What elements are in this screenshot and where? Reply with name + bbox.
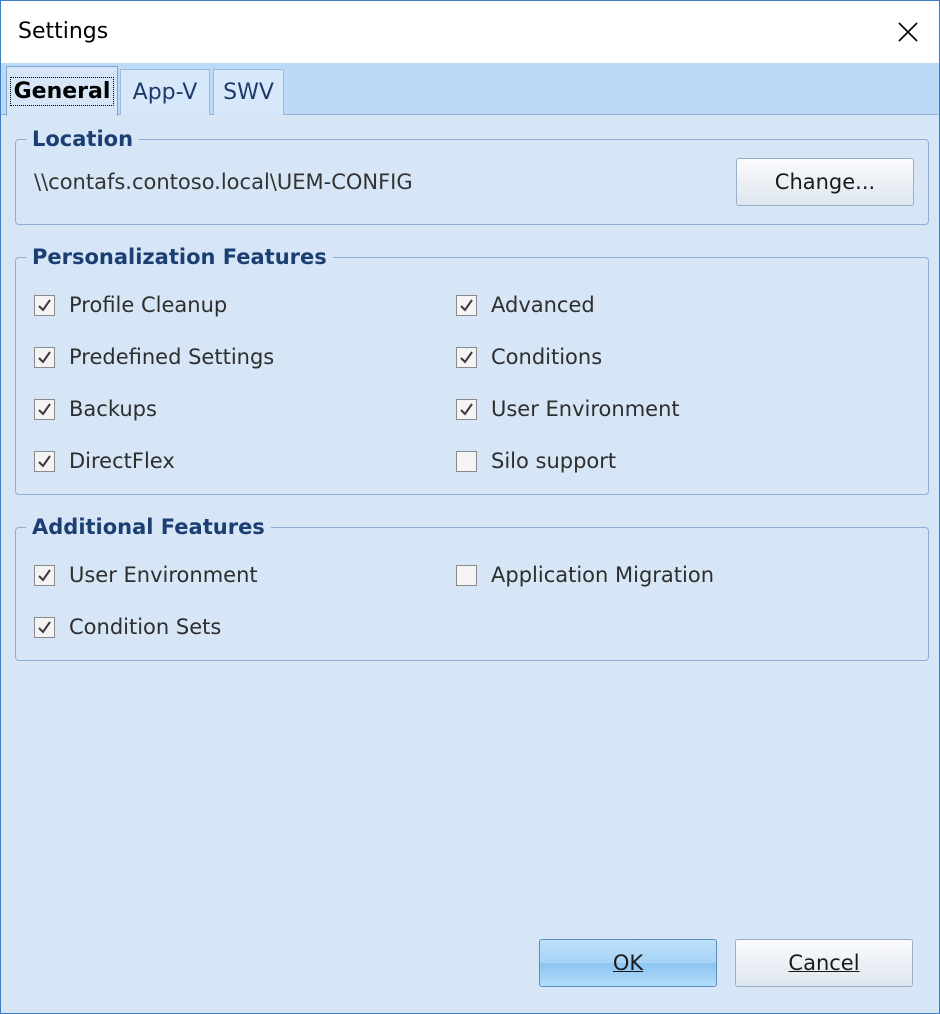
checkbox-label: Backups [69,397,157,421]
location-legend: Location [26,126,140,152]
title-bar: Settings [1,1,939,63]
checkbox-label: User Environment [69,563,258,587]
checkbox-application-migration[interactable]: Application Migration [456,560,714,590]
checkbox-label: Conditions [491,345,603,369]
tab-swv-label: SWV [223,80,274,105]
checkbox-additional-user-environment[interactable]: User Environment [34,560,258,590]
checkbox-profile-cleanup[interactable]: Profile Cleanup [34,290,227,320]
close-icon [898,22,918,42]
check-mark-icon [460,350,473,364]
settings-dialog: Settings General App-V SWV Location \\co… [0,0,940,1014]
check-mark-icon [38,298,51,312]
checkbox-label: Silo support [491,449,617,473]
ok-button[interactable]: OK [539,939,717,987]
window-title: Settings [18,19,109,44]
additional-legend: Additional Features [26,514,271,540]
change-button-label: Change... [774,170,876,194]
checkbox-conditions[interactable]: Conditions [456,342,602,372]
checkbox-condition-sets[interactable]: Condition Sets [34,612,221,642]
personalization-features-group: Personalization Features Profile Cleanup… [15,244,929,495]
tab-swv[interactable]: SWV [213,69,284,115]
checkbox-box[interactable] [456,398,477,420]
checkbox-box[interactable] [456,294,477,316]
checkbox-advanced[interactable]: Advanced [456,290,595,320]
checkbox-label: Profile Cleanup [69,293,228,317]
checkbox-box[interactable] [456,346,477,368]
personalization-legend: Personalization Features [26,244,333,270]
change-button[interactable]: Change... [736,158,914,206]
checkbox-backups[interactable]: Backups [34,394,157,424]
checkbox-user-environment[interactable]: User Environment [456,394,680,424]
ok-button-label: OK [612,951,644,975]
checkbox-label: Advanced [491,293,595,317]
checkbox-box[interactable] [34,616,55,638]
cancel-button-label: Cancel [788,951,860,975]
cancel-button[interactable]: Cancel [735,939,913,987]
tab-app-v-label: App-V [132,80,198,105]
checkbox-box[interactable] [34,398,55,420]
checkbox-box[interactable] [456,450,477,472]
check-mark-icon [38,568,51,582]
check-mark-icon [38,350,51,364]
general-tab-panel: Location \\contafs.contoso.local\UEM-CON… [1,115,939,1013]
checkbox-box[interactable] [456,564,477,586]
check-mark-icon [460,402,473,416]
check-mark-icon [38,402,51,416]
checkbox-label: Application Migration [491,563,715,587]
checkbox-predefined-settings[interactable]: Predefined Settings [34,342,274,372]
location-group: Location \\contafs.contoso.local\UEM-CON… [15,126,929,225]
checkbox-silo-support[interactable]: Silo support [456,446,616,476]
checkbox-label: Predefined Settings [69,345,275,369]
check-mark-icon [38,620,51,634]
tab-strip: General App-V SWV [1,63,939,116]
checkbox-label: DirectFlex [69,449,175,473]
checkbox-directflex[interactable]: DirectFlex [34,446,175,476]
checkbox-box[interactable] [34,564,55,586]
check-mark-icon [38,454,51,468]
checkbox-box[interactable] [34,294,55,316]
check-mark-icon [460,298,473,312]
additional-features-group: Additional Features User Environment Con… [15,514,929,661]
location-path: \\contafs.contoso.local\UEM-CONFIG [34,170,413,194]
checkbox-box[interactable] [34,450,55,472]
checkbox-box[interactable] [34,346,55,368]
tab-general-label: General [9,77,115,106]
tab-general[interactable]: General [6,66,118,116]
tab-app-v[interactable]: App-V [120,69,210,115]
checkbox-label: Condition Sets [69,615,222,639]
close-button[interactable] [877,1,939,63]
checkbox-label: User Environment [491,397,680,421]
